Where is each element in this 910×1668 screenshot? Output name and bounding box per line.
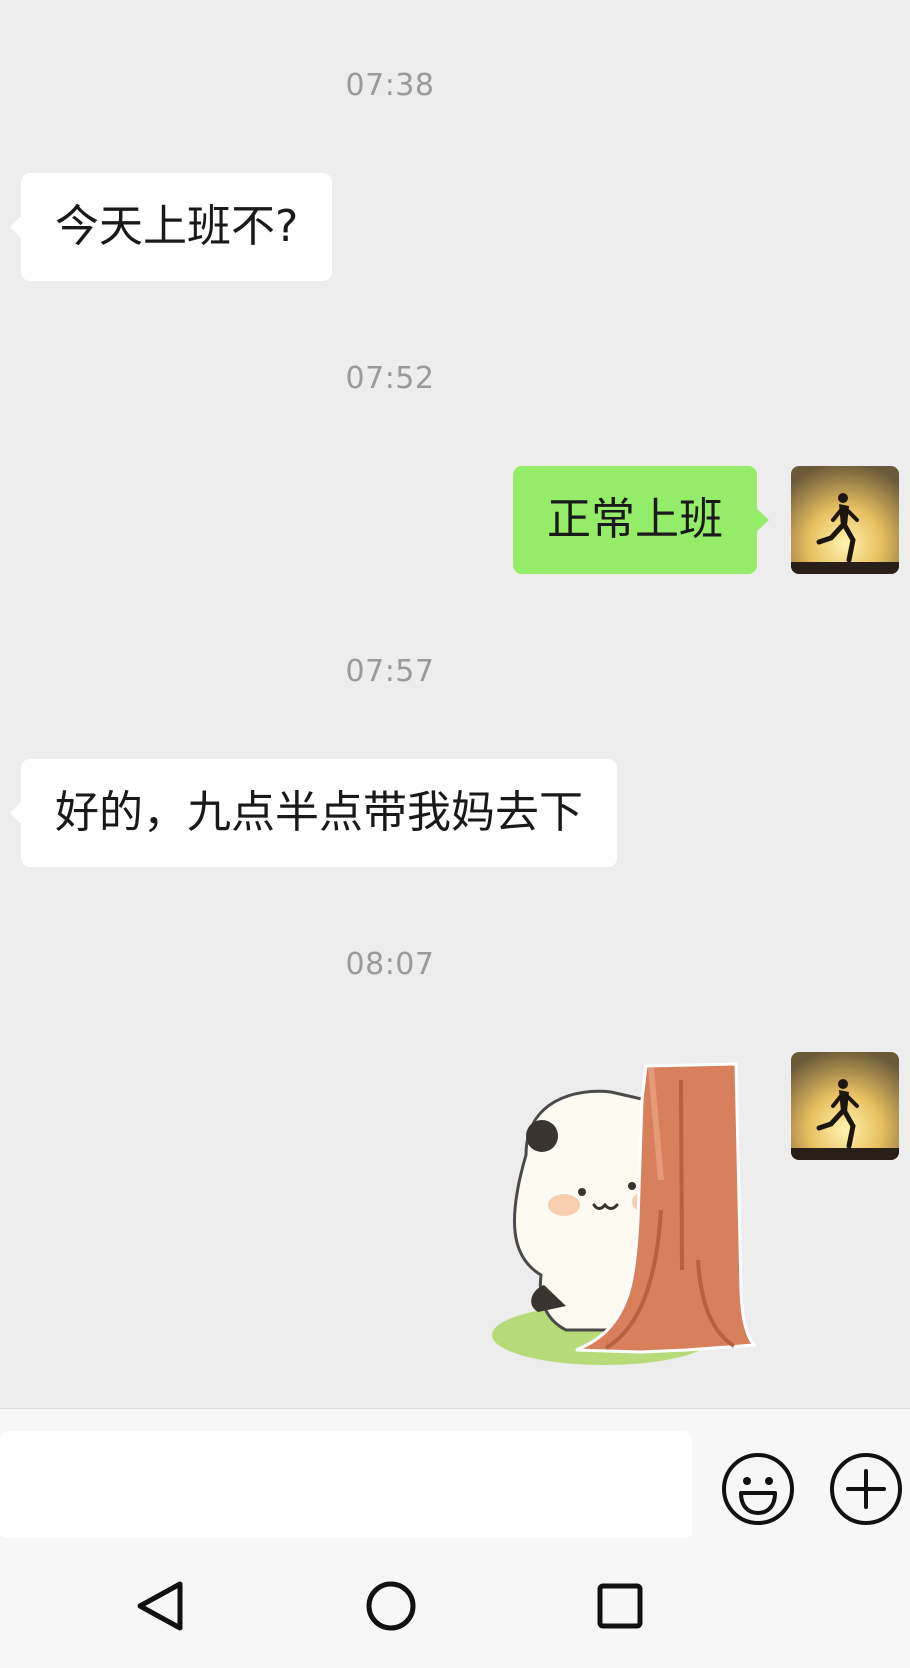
outgoing-message-bubble[interactable]: 正常上班 (513, 466, 769, 574)
emoji-smile-icon (722, 1453, 794, 1525)
back-triangle-icon (137, 1581, 183, 1631)
timestamp: 07:57 (345, 654, 435, 689)
my-avatar[interactable] (791, 1052, 899, 1160)
incoming-message-bubble[interactable]: 好的，九点半点带我妈去下 (10, 759, 617, 867)
home-circle-icon (366, 1581, 416, 1631)
timestamp: 08:07 (345, 947, 435, 982)
message-input-bar (0, 1408, 910, 1539)
chat-area[interactable]: 07:38 今天上班不? 07:52 正常上班 07:57 好的，九点半点带我妈… (0, 0, 910, 1408)
timestamp: 07:52 (345, 361, 435, 396)
timestamp: 07:38 (345, 68, 435, 103)
back-button[interactable] (120, 1566, 200, 1646)
runner-silhouette-icon (791, 1052, 899, 1160)
system-navigation-bar (0, 1538, 910, 1668)
panda-peeking-behind-tree-sticker[interactable] (486, 1060, 758, 1370)
my-avatar[interactable] (791, 466, 899, 574)
more-functions-button[interactable] (829, 1452, 903, 1526)
emoji-button[interactable] (721, 1452, 795, 1526)
message-input[interactable] (0, 1431, 692, 1539)
runner-silhouette-icon (791, 466, 899, 574)
recents-button[interactable] (580, 1566, 660, 1646)
incoming-message-bubble[interactable]: 今天上班不? (9, 173, 333, 281)
home-button[interactable] (351, 1566, 431, 1646)
plus-circle-icon (830, 1453, 902, 1525)
recents-square-icon (597, 1583, 643, 1629)
